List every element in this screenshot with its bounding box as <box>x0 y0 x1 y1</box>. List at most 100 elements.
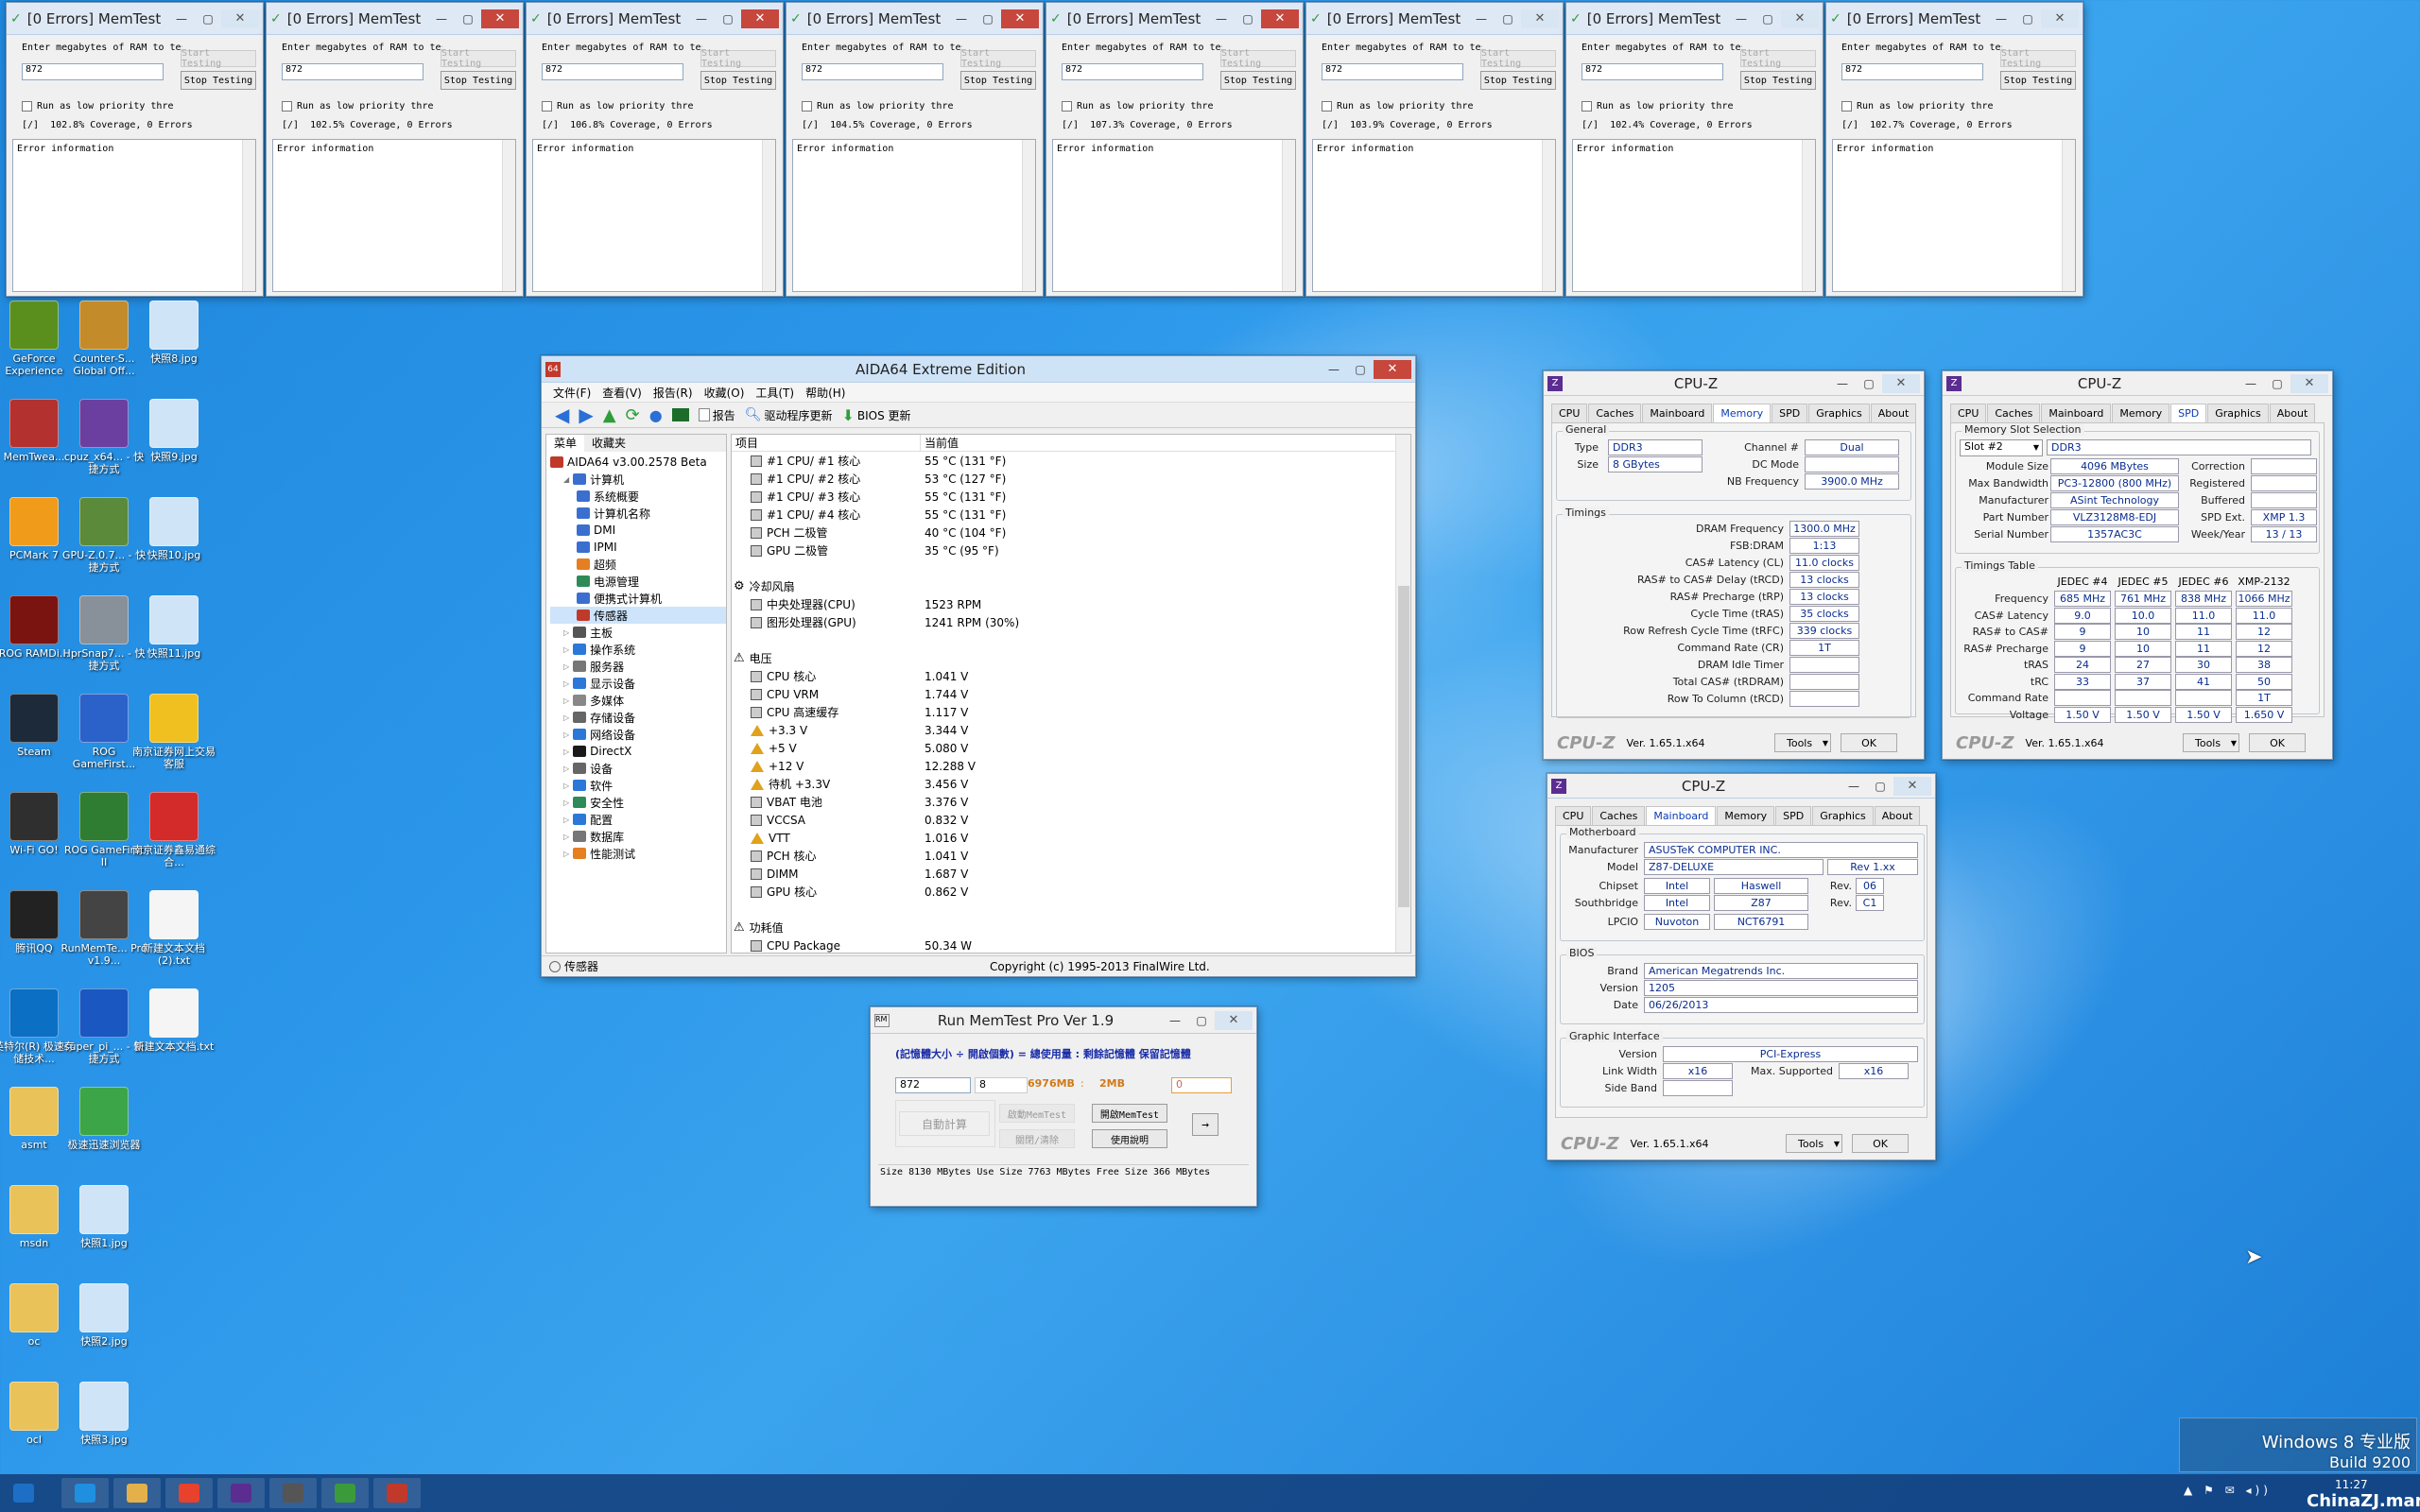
desktop-icon[interactable]: 快照2.jpg <box>60 1283 147 1348</box>
bios-update-button[interactable]: ⬇ BIOS 更新 <box>842 406 911 424</box>
sensor-row[interactable]: #1 CPU/ #4 核心 55 °C (131 °F) <box>732 506 1410 524</box>
stop-testing-button[interactable]: Stop Testing <box>1220 71 1296 90</box>
desktop-icon[interactable]: 南京证券网上交易客服 <box>130 694 217 770</box>
memtest-titlebar[interactable]: ✓ [0 Errors] MemTest — ▢ ✕ <box>1566 3 1823 35</box>
expand-arrow-icon[interactable]: ▷ <box>563 782 569 790</box>
close-button[interactable]: ✕ <box>1261 9 1299 28</box>
error-box-scrollbar[interactable] <box>2062 140 2075 291</box>
tab-memory[interactable]: Memory <box>2112 404 2170 422</box>
expand-arrow-icon[interactable]: ▷ <box>563 833 569 841</box>
maximize-button[interactable]: ▢ <box>1754 9 1781 28</box>
tree-item[interactable]: ▷ 性能测试 <box>550 845 726 862</box>
sensor-row[interactable]: PCH 二极管 40 °C (104 °F) <box>732 524 1410 541</box>
tree-item[interactable]: AIDA64 v3.00.2578 Beta <box>550 454 726 471</box>
desktop-icon[interactable]: 快照8.jpg <box>130 301 217 365</box>
tree-item[interactable]: ▷ 操作系统 <box>550 641 726 658</box>
tree-item[interactable]: ▷ 网络设备 <box>550 726 726 743</box>
user-icon[interactable]: ● <box>649 406 663 424</box>
tab-cpu[interactable]: CPU <box>1551 404 1588 422</box>
menu-item[interactable]: 帮助(H) <box>805 385 845 401</box>
expand-arrow-icon[interactable]: ▷ <box>563 713 569 722</box>
tree-item[interactable]: ◢ 计算机 <box>550 471 726 488</box>
open-memtest-button[interactable]: 開啟MemTest <box>1092 1104 1167 1123</box>
minimize-button[interactable]: — <box>1208 9 1235 28</box>
memtest-titlebar[interactable]: ✓ [0 Errors] MemTest — ▢ ✕ <box>1826 3 2083 35</box>
low-priority-checkbox[interactable] <box>1582 101 1592 112</box>
cpuz-titlebar[interactable]: Z CPU-Z — ▢ ✕ <box>1547 774 1935 799</box>
tab-spd[interactable]: SPD <box>1775 806 1812 825</box>
desktop-icon[interactable]: 快照9.jpg <box>130 399 217 463</box>
ram-amount-input[interactable]: 872 <box>802 63 943 80</box>
close-button[interactable]: ✕ <box>1781 9 1819 28</box>
sensor-row[interactable]: VBAT 电池 3.376 V <box>732 793 1410 811</box>
desktop-icon[interactable]: 新建文本文档 (2).txt <box>130 890 217 967</box>
start-testing-button[interactable]: Start Testing <box>1220 48 1296 69</box>
expand-arrow-icon[interactable]: ▷ <box>563 816 569 824</box>
minimize-button[interactable]: — <box>1468 9 1495 28</box>
minimize-button[interactable]: — <box>688 9 715 28</box>
tab-mainboard[interactable]: Mainboard <box>1646 806 1717 825</box>
menu-item[interactable]: 收藏(O) <box>704 385 745 401</box>
maximize-button[interactable]: ▢ <box>975 9 1001 28</box>
close-button[interactable]: ✕ <box>1893 776 1931 796</box>
arrow-button[interactable]: → <box>1192 1113 1219 1136</box>
minimize-button[interactable]: — <box>428 9 455 28</box>
vertical-scrollbar[interactable] <box>1395 435 1410 953</box>
tree-item[interactable]: 计算机名称 <box>550 505 726 522</box>
sensor-row[interactable] <box>732 631 1410 649</box>
menu-item[interactable]: 文件(F) <box>553 385 591 401</box>
slot-dropdown[interactable]: Slot #2 ▼ <box>1960 439 2043 456</box>
menu-item[interactable]: 报告(R) <box>653 385 693 401</box>
tab-graphics[interactable]: Graphics <box>1812 806 1874 825</box>
close-button[interactable]: ✕ <box>221 9 259 28</box>
start-testing-button[interactable]: Start Testing <box>441 48 516 69</box>
error-box-scrollbar[interactable] <box>1802 140 1815 291</box>
tab-caches[interactable]: Caches <box>1592 806 1646 825</box>
tree-item[interactable]: ▷ 配置 <box>550 811 726 828</box>
sensor-row[interactable]: CPU VRM 1.744 V <box>732 685 1410 703</box>
close-button[interactable]: ✕ <box>1882 373 1920 393</box>
ram-amount-input[interactable]: 872 <box>1841 63 1983 80</box>
cpuz-titlebar[interactable]: Z CPU-Z — ▢ ✕ <box>1943 371 2332 396</box>
menu-item[interactable]: 查看(V) <box>602 385 642 401</box>
maximize-button[interactable]: ▢ <box>1347 360 1374 379</box>
error-box-scrollbar[interactable] <box>242 140 255 291</box>
tree-item[interactable]: IPMI <box>550 539 726 556</box>
memtest-titlebar[interactable]: ✓ [0 Errors] MemTest — ▢ ✕ <box>1306 3 1563 35</box>
tree-item[interactable]: 便携式计算机 <box>550 590 726 607</box>
tab-about[interactable]: About <box>1870 404 1917 422</box>
tab-graphics[interactable]: Graphics <box>1808 404 1870 422</box>
tab-favorites[interactable]: 收藏夹 <box>584 435 633 452</box>
low-priority-checkbox[interactable] <box>542 101 552 112</box>
run-memtest-button[interactable]: 啟動MemTest <box>999 1104 1075 1123</box>
memtest-titlebar[interactable]: ✓ [0 Errors] MemTest — ▢ ✕ <box>7 3 263 35</box>
sensor-row[interactable]: DIMM 1.687 V <box>732 865 1410 883</box>
minimize-button[interactable]: — <box>1829 374 1856 393</box>
close-button[interactable]: ✕ <box>741 9 779 28</box>
minimize-button[interactable]: — <box>1162 1011 1188 1030</box>
sensor-row[interactable] <box>732 559 1410 577</box>
stop-testing-button[interactable]: Stop Testing <box>441 71 516 90</box>
desktop-icon[interactable]: 快照10.jpg <box>130 497 217 561</box>
maximize-button[interactable]: ▢ <box>715 9 741 28</box>
sensor-row[interactable]: CPU 核心 1.041 V <box>732 667 1410 685</box>
low-priority-checkbox[interactable] <box>282 101 292 112</box>
minimize-button[interactable]: — <box>1728 9 1754 28</box>
desktop-icon[interactable]: 快照3.jpg <box>60 1382 147 1446</box>
tree-item[interactable]: ▷ DirectX <box>550 743 726 760</box>
forward-arrow-icon[interactable]: ▶ <box>579 404 593 426</box>
memtest-titlebar[interactable]: ✓ [0 Errors] MemTest — ▢ ✕ <box>1046 3 1303 35</box>
desktop-icon[interactable]: 南京证券鑫易通综合... <box>130 792 217 868</box>
ok-button[interactable]: OK <box>1852 1134 1909 1153</box>
close-button[interactable]: ✕ <box>481 9 519 28</box>
maximize-button[interactable]: ▢ <box>1235 9 1261 28</box>
sensor-section[interactable]: ⚠ 电压 <box>732 649 1410 667</box>
sensor-section[interactable]: ⚠ 功耗值 <box>732 919 1410 936</box>
maximize-button[interactable]: ▢ <box>2264 374 2290 393</box>
expand-arrow-icon[interactable]: ▷ <box>563 730 569 739</box>
auto-calc-button[interactable]: 自動計算 <box>899 1111 990 1136</box>
start-testing-button[interactable]: Start Testing <box>1740 48 1816 69</box>
tools-dropdown[interactable]: Tools ▼ <box>2183 733 2239 752</box>
start-testing-button[interactable]: Start Testing <box>2000 48 2076 69</box>
memtest-titlebar[interactable]: ✓ [0 Errors] MemTest — ▢ ✕ <box>786 3 1043 35</box>
